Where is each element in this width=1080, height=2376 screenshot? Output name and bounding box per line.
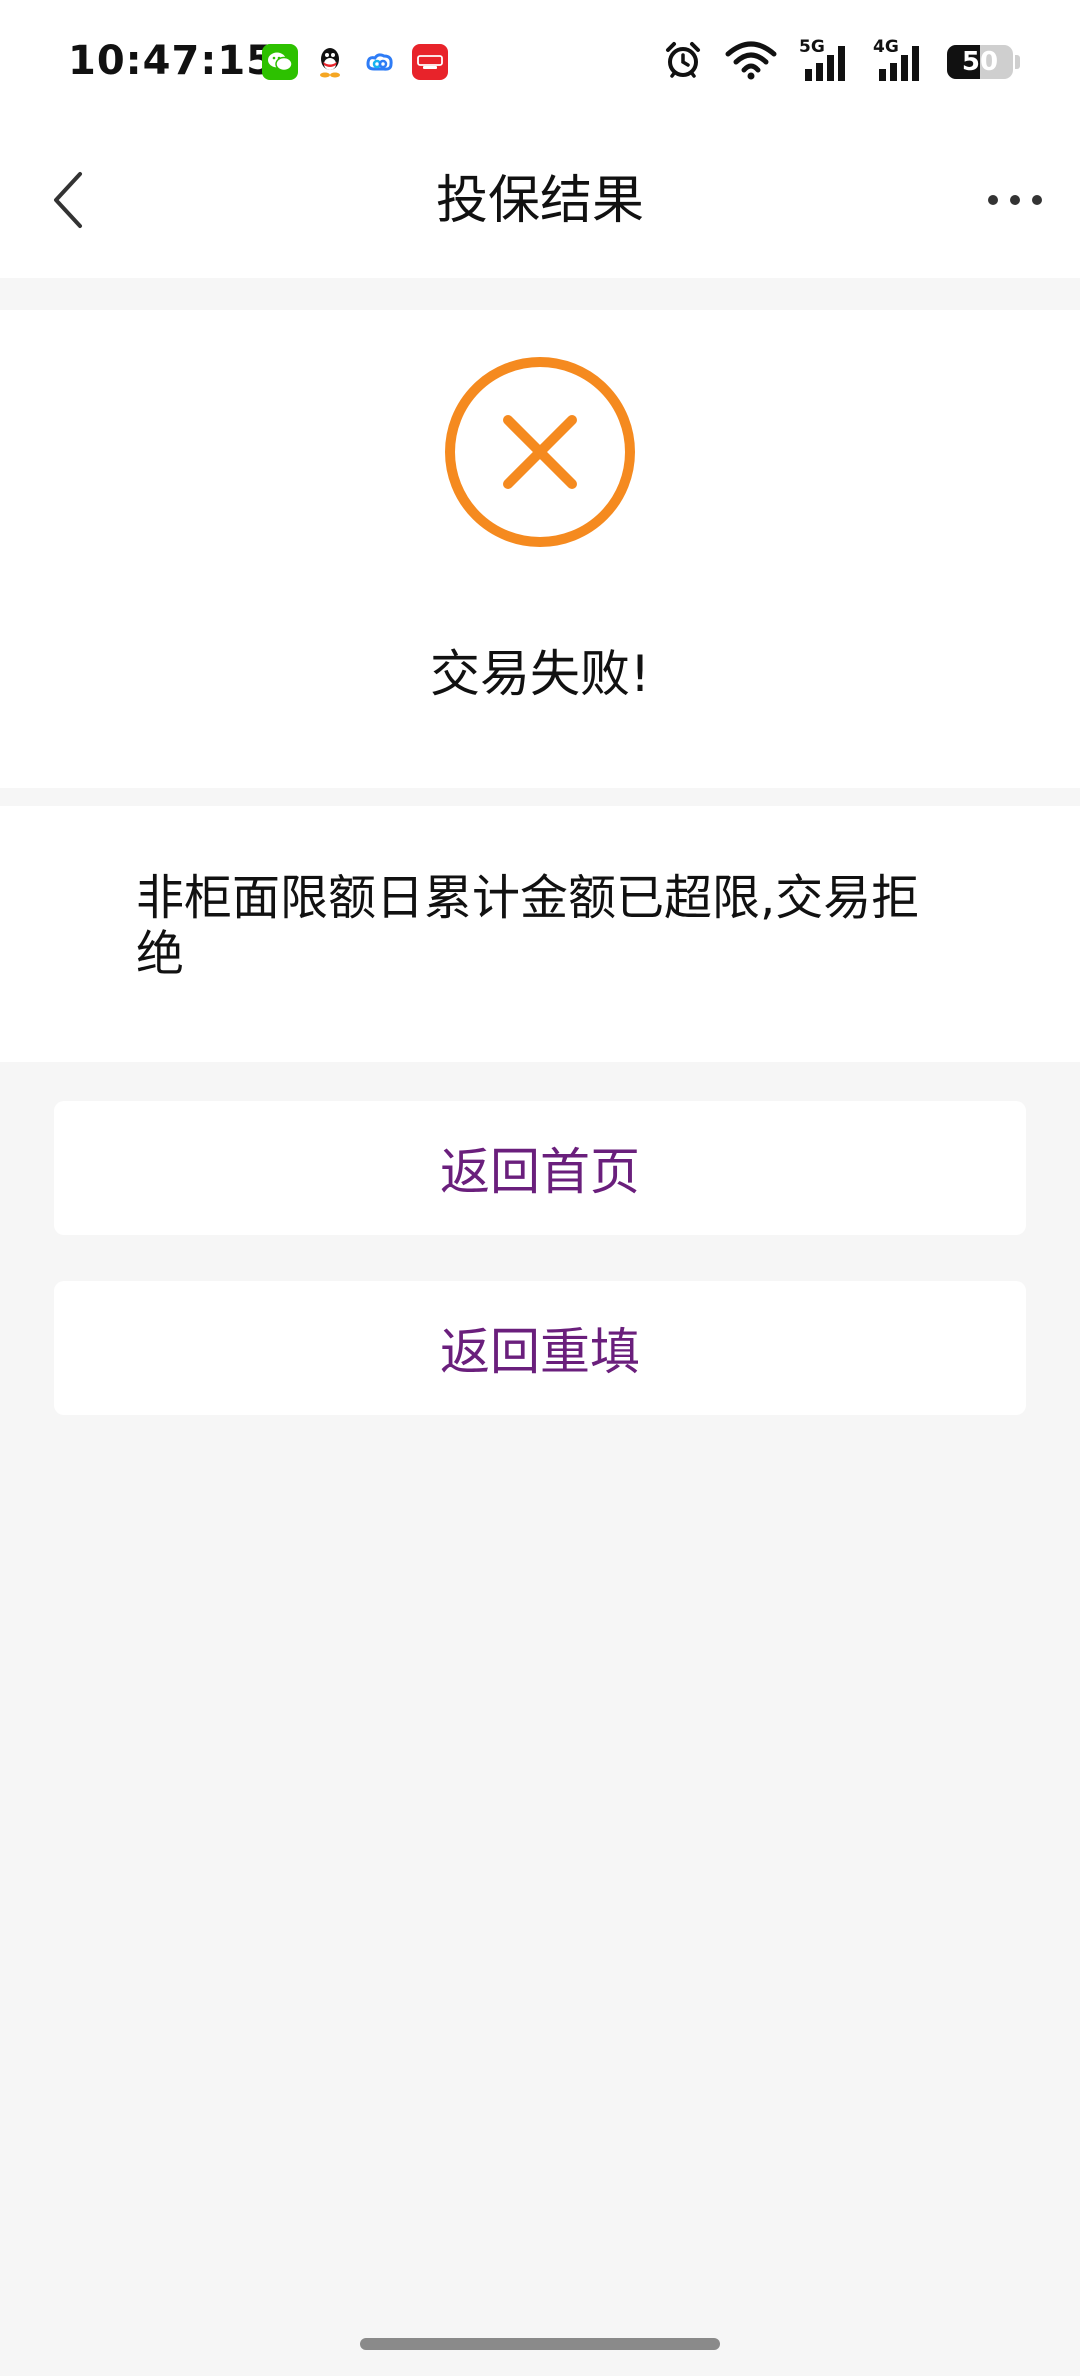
page-title: 投保结果 bbox=[435, 171, 644, 231]
battery-indicator: 50 bbox=[947, 45, 1020, 79]
signal-4g-icon: 4G bbox=[873, 37, 925, 83]
result-card: 交易失败! bbox=[0, 310, 1080, 788]
home-indicator[interactable] bbox=[360, 2338, 720, 2350]
baidu-netdisk-icon bbox=[362, 44, 398, 80]
more-horizontal-icon bbox=[988, 195, 1042, 205]
more-button[interactable] bbox=[970, 160, 1060, 240]
fail-circle-x-icon bbox=[445, 357, 635, 547]
status-bar: 10:47:15 5G 4G 50 bbox=[0, 0, 1080, 120]
status-time: 10:47:15 bbox=[68, 38, 275, 84]
battery-nub bbox=[1015, 55, 1020, 69]
notification-icons bbox=[262, 44, 448, 80]
return-home-button[interactable]: 返回首页 bbox=[54, 1101, 1026, 1235]
system-icons: 5G 4G 50 bbox=[663, 37, 1020, 84]
detail-card: 非柜面限额日累计金额已超限,交易拒绝 bbox=[0, 806, 1080, 1062]
yunshanfu-icon bbox=[412, 44, 448, 80]
nav-bar: 投保结果 bbox=[0, 120, 1080, 278]
result-message: 交易失败! bbox=[429, 645, 651, 703]
wechat-icon bbox=[262, 44, 298, 80]
qq-icon bbox=[312, 44, 348, 80]
alarm-icon bbox=[663, 40, 703, 84]
return-refill-button[interactable]: 返回重填 bbox=[54, 1281, 1026, 1415]
battery-level: 50 bbox=[961, 47, 999, 77]
detail-message: 非柜面限额日累计金额已超限,交易拒绝 bbox=[136, 870, 920, 982]
battery-icon: 50 bbox=[947, 45, 1013, 79]
wifi-icon bbox=[725, 40, 777, 84]
signal-5g-icon: 5G bbox=[799, 37, 851, 83]
